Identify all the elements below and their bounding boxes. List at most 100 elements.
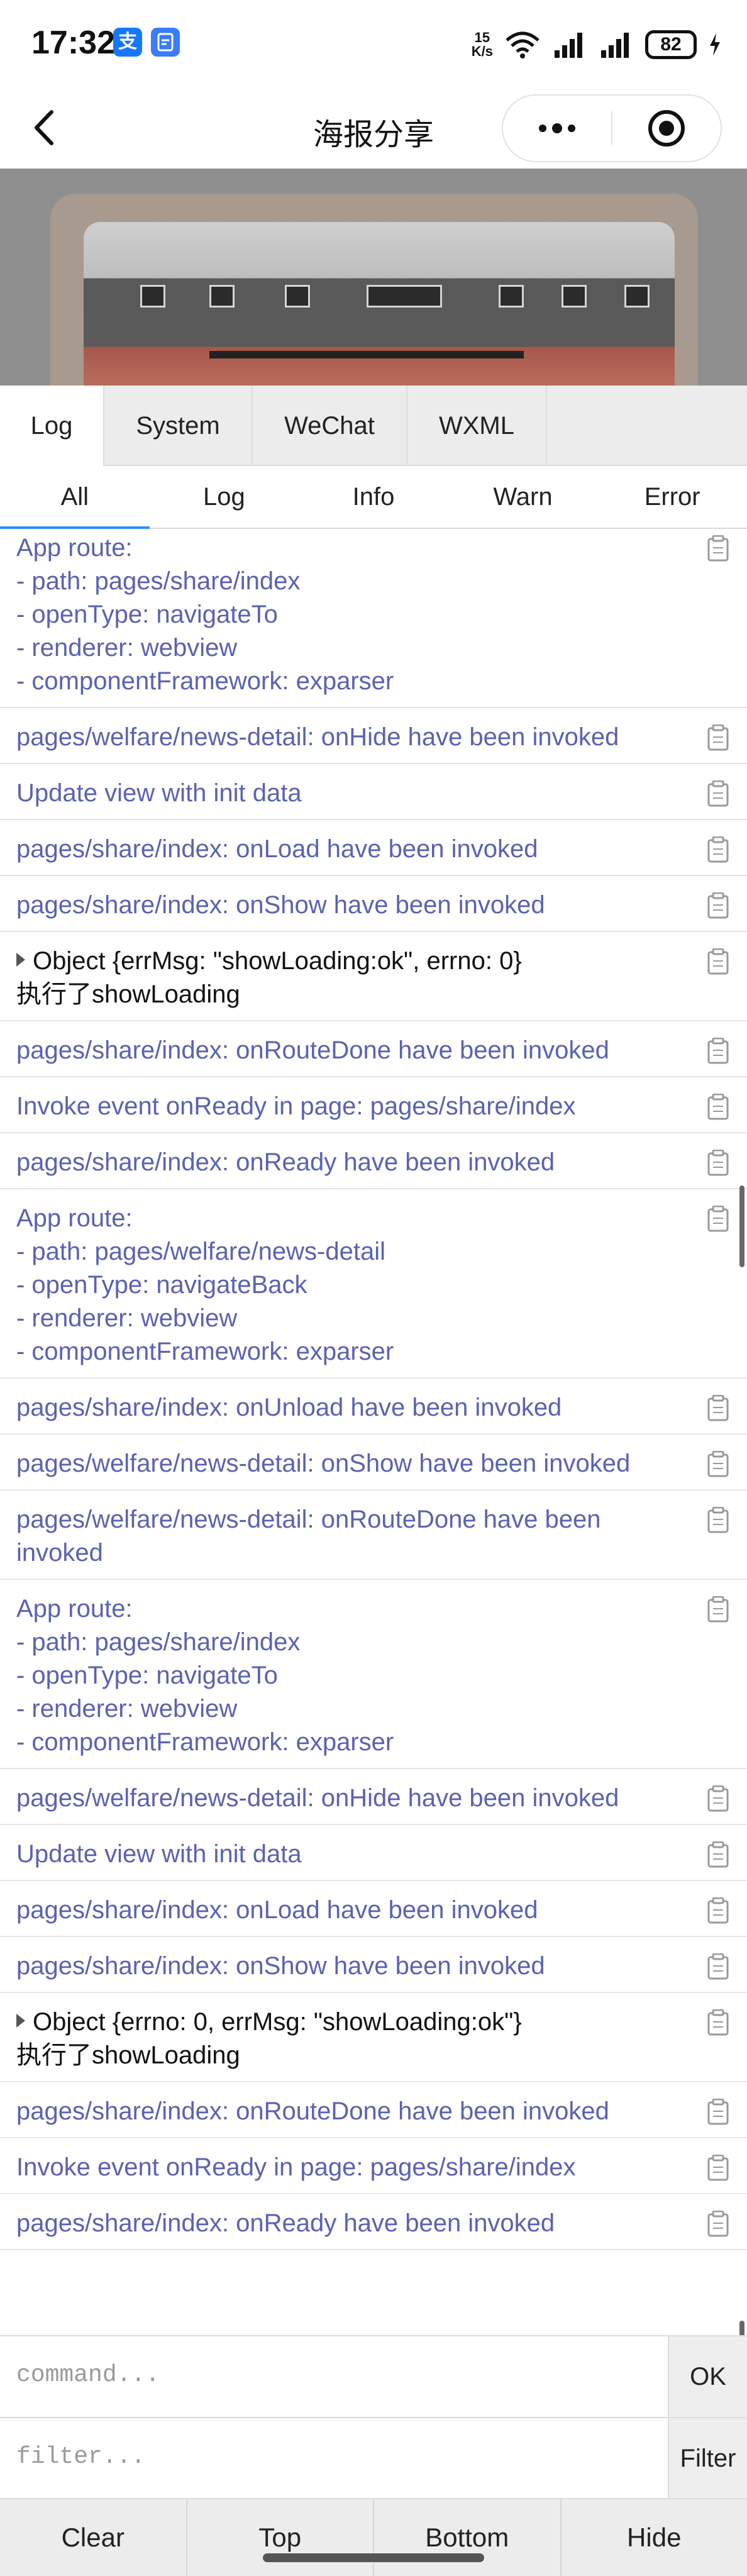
copy-icon[interactable]: [707, 1897, 729, 1924]
ok-button[interactable]: OK: [668, 2336, 747, 2417]
log-filter-tabs: All Log Info Warn Error: [0, 466, 747, 529]
close-miniprogram-button[interactable]: [612, 96, 721, 161]
log-message-text: App route: - path: pages/share/index - o…: [16, 534, 394, 695]
signal-icon-sim2: [601, 33, 629, 58]
log-entry: pages/share/index: onReady have been inv…: [0, 2196, 747, 2250]
log-message-text: App route: - path: pages/share/index - o…: [16, 1595, 394, 1756]
log-entry: pages/share/index: onRouteDone have been…: [0, 2084, 747, 2138]
tab-log[interactable]: Log: [0, 386, 104, 466]
console-toolbar: Clear Top Bottom Hide: [0, 2498, 747, 2576]
filter-input[interactable]: [16, 2434, 645, 2479]
copy-icon[interactable]: [707, 1953, 729, 1980]
more-button[interactable]: [503, 96, 611, 161]
copy-icon[interactable]: [707, 1596, 729, 1623]
log-entry: App route: - path: pages/share/index - o…: [0, 1581, 747, 1769]
tab-wxml[interactable]: WXML: [407, 386, 547, 466]
log-object-text: Object {errMsg: "showLoading:ok", errno:…: [33, 947, 522, 975]
status-bar: 17:32 支 15 K/s 82: [0, 0, 747, 88]
log-message-text: Invoke event onReady in page: pages/shar…: [16, 2153, 576, 2181]
alipay-icon: 支: [113, 28, 142, 57]
wifi-icon: [506, 31, 540, 58]
copy-icon[interactable]: [707, 1507, 729, 1533]
subtab-error[interactable]: Error: [597, 466, 747, 528]
bottom-button[interactable]: Bottom: [374, 2499, 562, 2576]
log-message-text: pages/welfare/news-detail: onRouteDone h…: [16, 1506, 601, 1567]
poster-image: [84, 222, 675, 386]
log-entry: pages/share/index: onLoad have been invo…: [0, 821, 747, 876]
subtab-log[interactable]: Log: [150, 466, 299, 528]
filter-row: Filter: [0, 2417, 747, 2499]
subtab-warn[interactable]: Warn: [448, 466, 598, 528]
log-scrollbar[interactable]: [739, 1185, 744, 1267]
copy-icon[interactable]: [707, 1785, 729, 1812]
log-entry: pages/share/index: onRouteDone have been…: [0, 1023, 747, 1077]
log-message-text: pages/share/index: onReady have been inv…: [16, 2209, 555, 2237]
window-shape: [209, 285, 235, 308]
home-indicator[interactable]: [263, 2553, 484, 2562]
poster-preview: [0, 169, 747, 386]
tab-system[interactable]: System: [104, 386, 253, 466]
copy-icon[interactable]: [707, 1841, 729, 1868]
copy-icon[interactable]: [707, 780, 729, 807]
log-entry: Invoke event onReady in page: pages/shar…: [0, 2140, 747, 2194]
copy-icon[interactable]: [707, 1150, 729, 1176]
expand-triangle-icon[interactable]: [16, 2014, 25, 2028]
log-message-text: 执行了showLoading: [16, 980, 240, 1008]
copy-icon[interactable]: [707, 1038, 729, 1064]
log-entry: pages/welfare/news-detail: onHide have b…: [0, 1770, 747, 1825]
copy-icon[interactable]: [707, 2009, 729, 2036]
log-entry: pages/share/index: onLoad have been invo…: [0, 1882, 747, 1937]
filter-button[interactable]: Filter: [668, 2418, 747, 2499]
copy-icon[interactable]: [707, 2099, 729, 2125]
railing-shape: [209, 351, 524, 358]
tab-wechat[interactable]: WeChat: [253, 386, 407, 466]
copy-icon[interactable]: [707, 724, 729, 751]
window-shape: [140, 285, 165, 308]
log-entry: Object {errMsg: "showLoading:ok", errno:…: [0, 933, 747, 1021]
copy-icon[interactable]: [707, 892, 729, 919]
subtab-info[interactable]: Info: [299, 466, 448, 528]
log-entry: pages/welfare/news-detail: onRouteDone h…: [0, 1492, 747, 1580]
log-message-text: 执行了showLoading: [16, 2041, 240, 2069]
log-entry: Object {errno: 0, errMsg: "showLoading:o…: [0, 1994, 747, 2082]
log-entry: pages/welfare/news-detail: onShow have b…: [0, 1436, 747, 1491]
log-list[interactable]: App route: - path: pages/share/index - o…: [0, 530, 747, 2335]
clear-button[interactable]: Clear: [0, 2499, 187, 2576]
log-entry: Invoke event onReady in page: pages/shar…: [0, 1079, 747, 1133]
copy-icon[interactable]: [707, 535, 729, 562]
miniprogram-capsule: [502, 94, 722, 162]
log-message-text: pages/share/index: onLoad have been invo…: [16, 1896, 538, 1924]
log-message-text: pages/welfare/news-detail: onShow have b…: [16, 1450, 631, 1477]
log-entry: pages/share/index: onUnload have been in…: [0, 1380, 747, 1435]
copy-icon[interactable]: [707, 1094, 729, 1120]
log-object-text: Object {errno: 0, errMsg: "showLoading:o…: [33, 2008, 522, 2036]
top-button[interactable]: Top: [187, 2499, 374, 2576]
log-message-text: App route: - path: pages/welfare/news-de…: [16, 1204, 394, 1365]
log-entry: Update view with init data: [0, 1826, 747, 1881]
target-close-icon: [648, 110, 685, 147]
command-input[interactable]: [16, 2353, 645, 2397]
copy-icon[interactable]: [707, 1206, 729, 1232]
copy-icon[interactable]: [707, 1451, 729, 1477]
copy-icon[interactable]: [707, 2155, 729, 2181]
hide-button[interactable]: Hide: [562, 2499, 747, 2576]
expand-triangle-icon[interactable]: [16, 953, 25, 967]
window-shape: [367, 285, 442, 308]
copy-icon[interactable]: [707, 836, 729, 863]
subtab-all[interactable]: All: [0, 466, 150, 529]
charging-icon: [710, 33, 720, 56]
log-message-text: pages/welfare/news-detail: onHide have b…: [16, 1784, 619, 1812]
network-speed: 15 K/s: [472, 31, 493, 58]
copy-icon[interactable]: [707, 1395, 729, 1421]
copy-icon[interactable]: [707, 2211, 729, 2237]
log-message-text: Update view with init data: [16, 1840, 302, 1868]
battery-indicator: 82: [645, 30, 697, 59]
window-shape: [562, 285, 587, 308]
log-entry: Update view with init data: [0, 765, 747, 820]
nav-bar: 海报分享: [0, 88, 747, 169]
more-dots-icon: [539, 123, 575, 133]
log-message-text: Invoke event onReady in page: pages/shar…: [16, 1092, 576, 1120]
log-entry: App route: - path: pages/welfare/news-de…: [0, 1191, 747, 1379]
log-message-text: pages/share/index: onShow have been invo…: [16, 891, 545, 919]
copy-icon[interactable]: [707, 948, 729, 975]
